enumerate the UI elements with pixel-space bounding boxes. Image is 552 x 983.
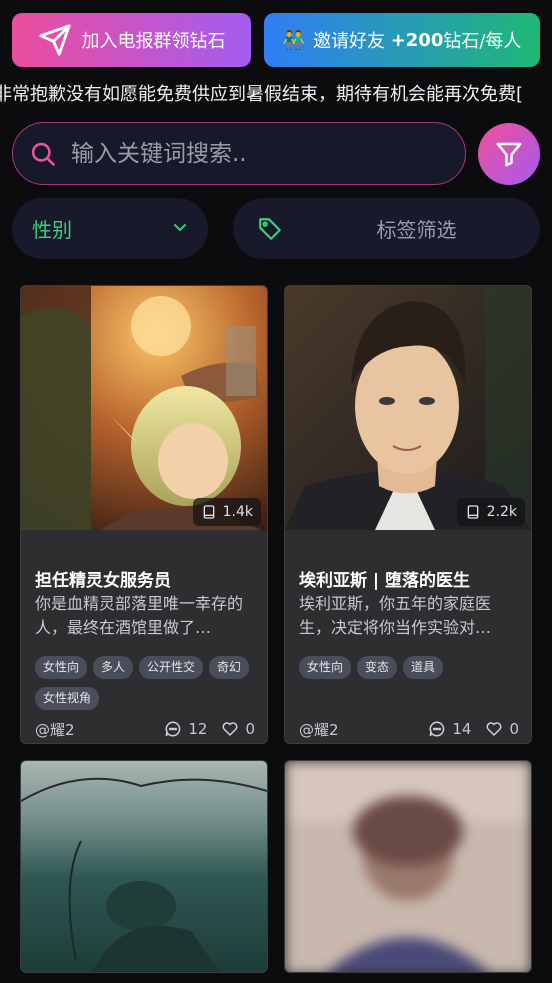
comment-stat: 12 bbox=[164, 720, 207, 738]
card-description: 埃利亚斯，你五年的家庭医生，决定将你当作实验对… bbox=[299, 594, 492, 637]
join-telegram-button[interactable]: 加入电报群领钻石 bbox=[12, 13, 251, 67]
comment-stat: 14 bbox=[428, 720, 471, 738]
card-cover-image bbox=[285, 761, 531, 972]
character-card[interactable]: 2.2k 埃利亚斯 | 堕落的医生 埃利亚斯，你五年的家庭医生，决定将你当作实验… bbox=[284, 285, 532, 744]
like-stat[interactable]: 0 bbox=[221, 720, 255, 738]
tag-chip[interactable]: 女性向 bbox=[35, 656, 88, 679]
book-icon bbox=[203, 505, 214, 519]
comment-icon bbox=[165, 721, 181, 737]
comment-count: 14 bbox=[452, 720, 472, 738]
filter-button[interactable] bbox=[478, 123, 540, 185]
invite-label: 邀请好友 bbox=[312, 31, 385, 52]
tag-chip[interactable]: 奇幻 bbox=[209, 656, 250, 679]
announcement-text: 非常抱歉没有如愿能免费供应到暑假结束，期待有机会能再次免费[ bbox=[0, 84, 524, 105]
character-card[interactable]: 1.4k 担任精灵女服务员 你是血精灵部落里唯一幸存的人，最终在酒馆里做了… 女… bbox=[20, 285, 268, 744]
book-icon bbox=[467, 505, 478, 519]
comment-icon bbox=[429, 721, 445, 737]
chevron-down-icon bbox=[174, 224, 186, 232]
card-author[interactable]: @耀2 bbox=[299, 719, 414, 740]
like-stat[interactable]: 0 bbox=[485, 720, 519, 738]
card-footer: @耀2 14 0 bbox=[299, 718, 519, 740]
search-bar[interactable] bbox=[12, 122, 466, 185]
heart-icon bbox=[222, 722, 238, 736]
join-telegram-label: 加入电报群领钻石 bbox=[81, 31, 226, 52]
heart-icon bbox=[486, 722, 502, 736]
invite-suffix: 钻石/每人 bbox=[443, 31, 522, 52]
search-input[interactable] bbox=[71, 140, 431, 167]
tag-chip[interactable]: 女性视角 bbox=[35, 687, 100, 710]
like-count: 0 bbox=[509, 720, 519, 738]
comment-count: 12 bbox=[188, 720, 208, 738]
chat-count: 2.2k bbox=[486, 504, 517, 520]
tag-chip[interactable]: 女性向 bbox=[299, 656, 352, 679]
card-description: 你是血精灵部落里唯一幸存的人，最终在酒馆里做了… bbox=[35, 594, 244, 637]
announcement-marquee: 非常抱歉没有如愿能免费供应到暑假结束，期待有机会能再次免费[ bbox=[0, 80, 552, 110]
character-card[interactable] bbox=[20, 760, 268, 973]
tag-chip[interactable]: 多人 bbox=[93, 656, 134, 679]
tag-chip[interactable]: 变态 bbox=[357, 656, 398, 679]
card-tags: 女性向 多人 公开性交 奇幻女性视角 bbox=[35, 656, 263, 718]
card-footer: @耀2 12 0 bbox=[35, 718, 255, 740]
card-cover-image bbox=[285, 286, 531, 530]
send-icon bbox=[38, 24, 71, 56]
search-icon bbox=[31, 142, 55, 166]
friends-emoji-icon: 👬 bbox=[282, 29, 305, 51]
tag-filter-button[interactable]: 标签筛选 bbox=[233, 198, 540, 259]
filter-icon bbox=[496, 142, 522, 167]
invite-bonus: +200 bbox=[390, 29, 444, 51]
like-count: 0 bbox=[245, 720, 255, 738]
chat-count: 1.4k bbox=[222, 504, 253, 520]
card-title: 担任精灵女服务员 bbox=[35, 571, 171, 591]
tag-chip[interactable]: 道具 bbox=[403, 656, 444, 679]
card-tags: 女性向 变态 道具 bbox=[299, 656, 527, 687]
character-card[interactable] bbox=[284, 760, 532, 973]
gender-dropdown[interactable]: 性别 bbox=[12, 198, 208, 259]
tag-chip[interactable]: 公开性交 bbox=[139, 656, 204, 679]
card-author[interactable]: @耀2 bbox=[35, 719, 150, 740]
card-cover-image bbox=[21, 761, 267, 972]
tag-filter-label: 标签筛选 bbox=[376, 218, 457, 242]
card-title: 埃利亚斯 | 堕落的医生 bbox=[299, 571, 471, 591]
bottom-edge bbox=[0, 973, 552, 983]
chat-count-badge: 1.4k bbox=[192, 498, 261, 526]
gender-label: 性别 bbox=[32, 218, 72, 242]
invite-friends-button[interactable]: 👬 邀请好友 +200 钻石/每人 bbox=[264, 13, 540, 67]
card-cover-image bbox=[21, 286, 267, 530]
chat-count-badge: 2.2k bbox=[456, 498, 525, 526]
